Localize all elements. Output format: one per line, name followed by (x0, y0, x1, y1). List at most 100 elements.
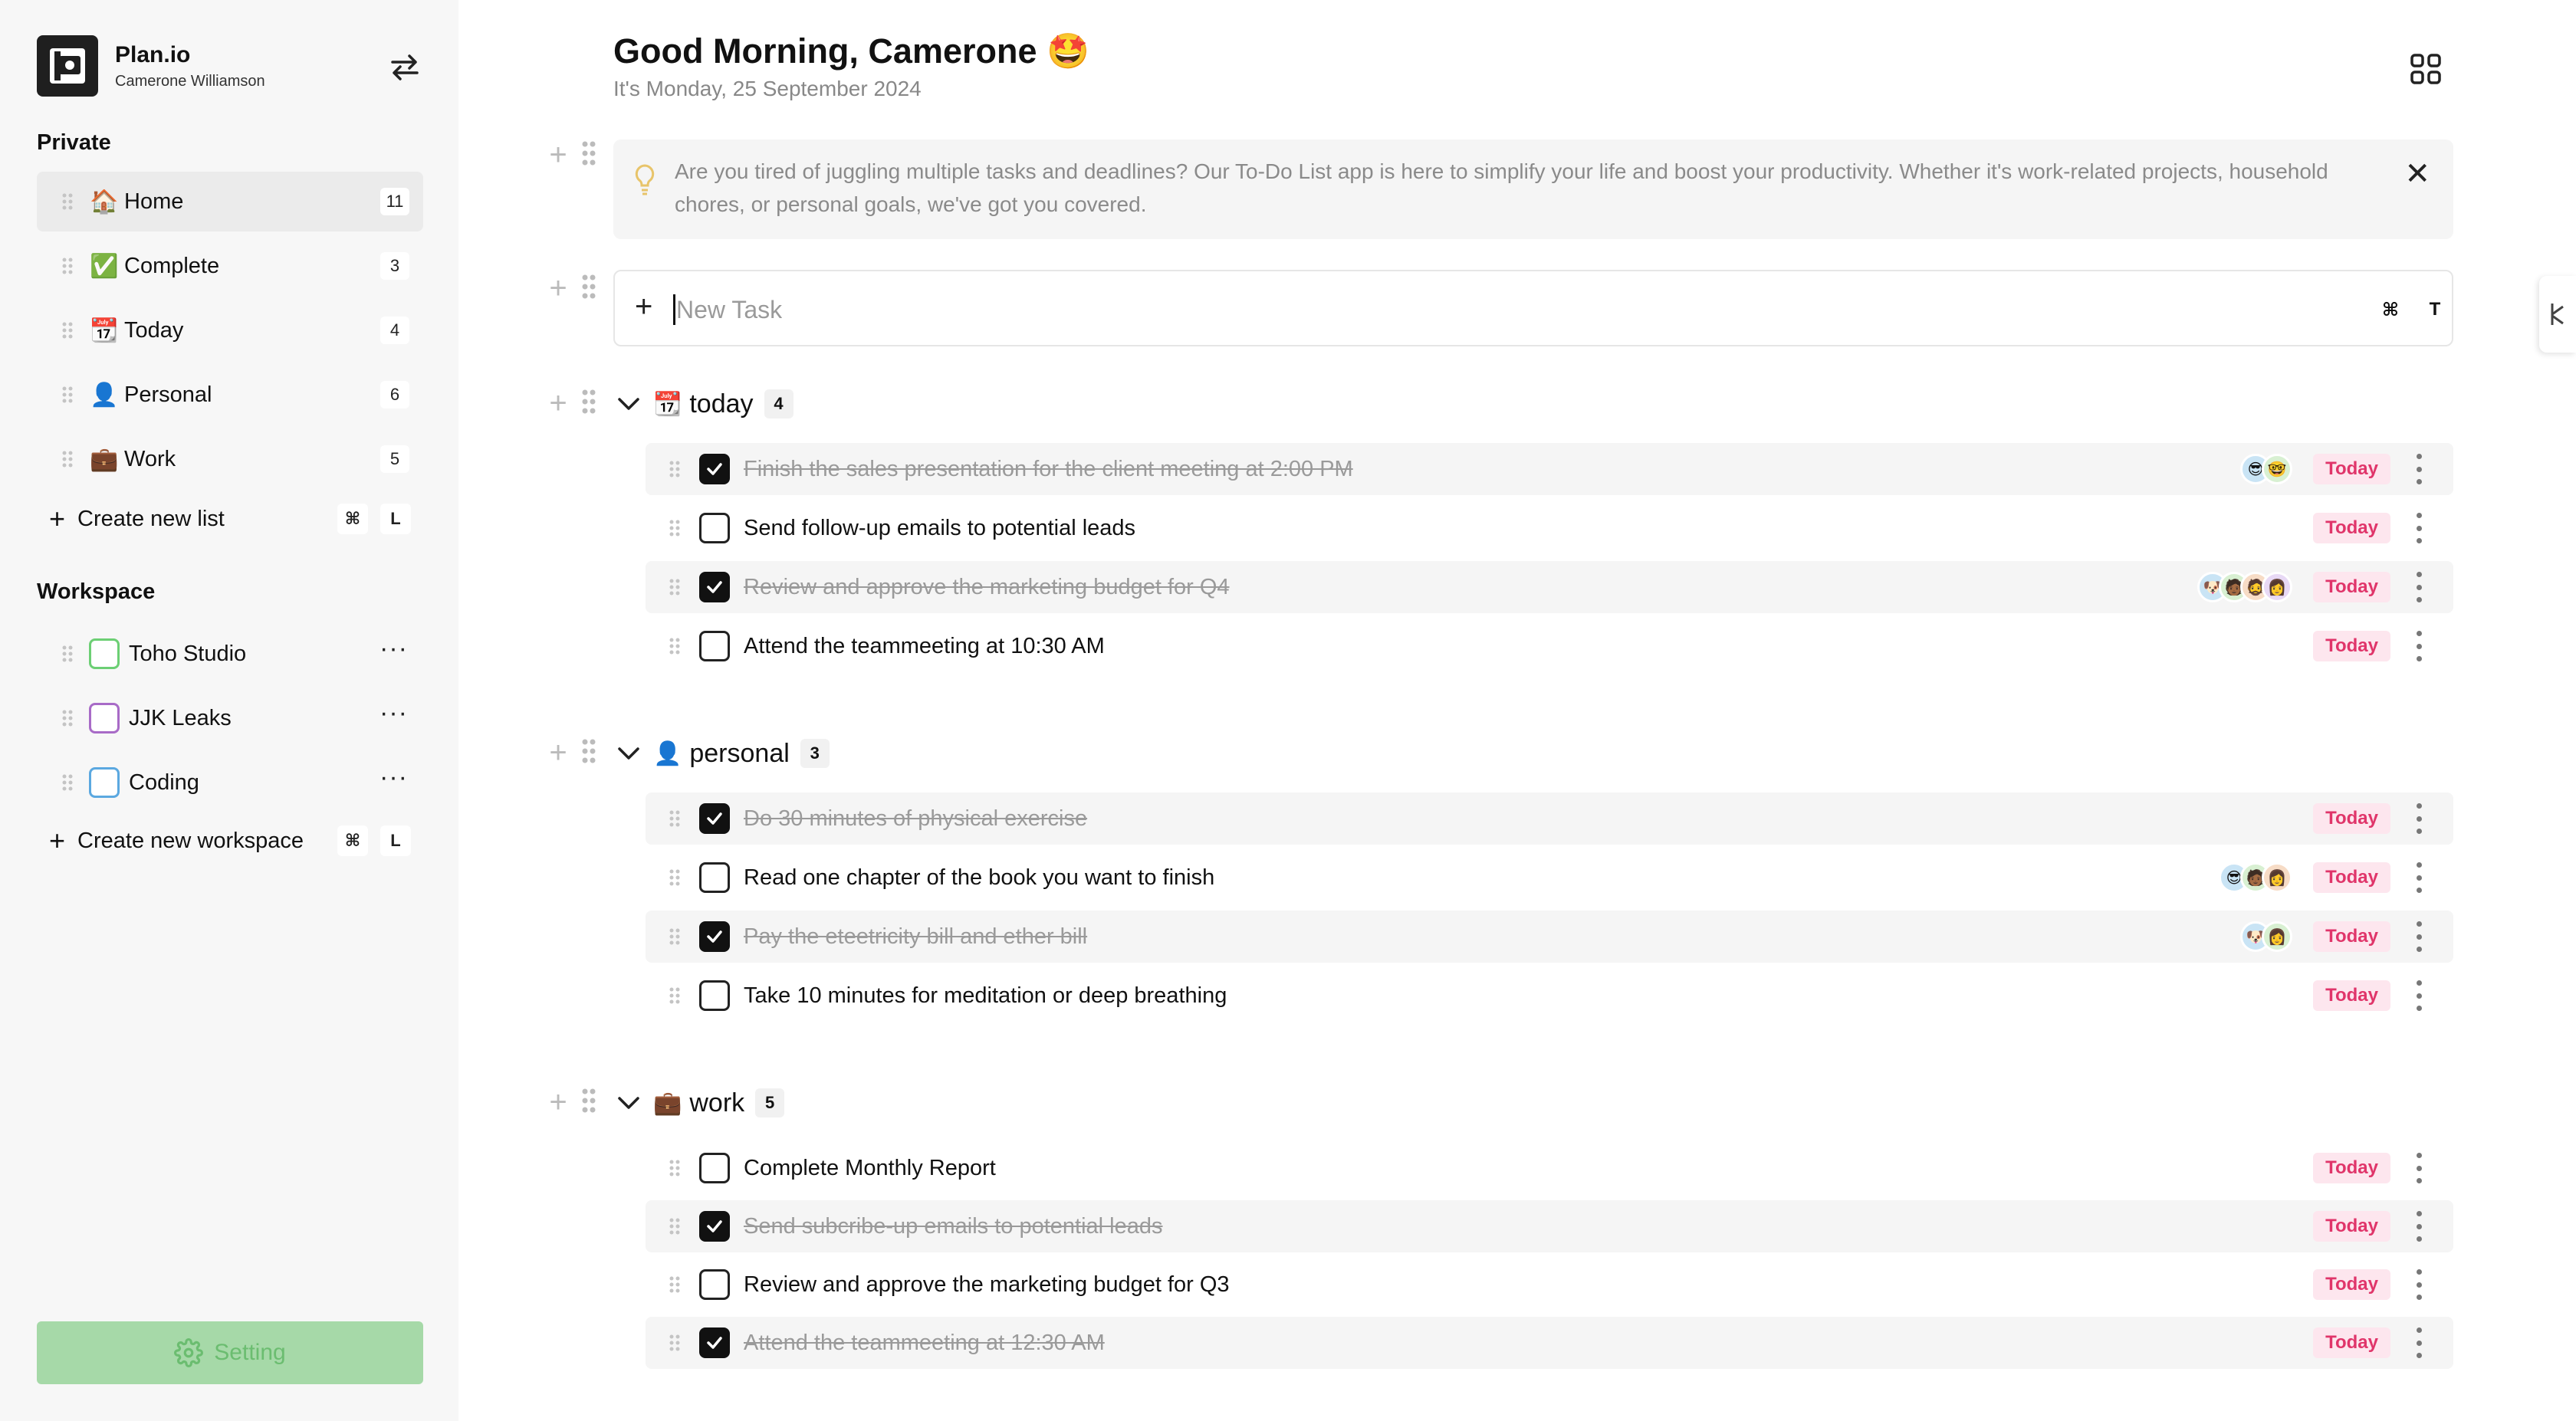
task-row[interactable]: Review and approve the marketing budget … (646, 561, 2453, 613)
sidebar-item-work[interactable]: 💼 Work 5 (37, 429, 423, 489)
task-row[interactable]: Review and approve the marketing budget … (646, 1259, 2453, 1311)
add-block-icon[interactable]: + (544, 388, 572, 418)
due-badge[interactable]: Today (2313, 454, 2390, 484)
drag-handle-icon[interactable] (669, 1160, 681, 1177)
task-checkbox[interactable] (699, 631, 730, 661)
drag-handle-icon[interactable] (581, 274, 596, 304)
more-vertical-icon[interactable] (2415, 862, 2423, 893)
more-icon[interactable]: ··· (380, 635, 408, 661)
drag-handle-icon[interactable] (60, 258, 75, 274)
more-vertical-icon[interactable] (2415, 454, 2423, 484)
switch-account-icon[interactable] (383, 46, 426, 89)
task-row[interactable]: Send follow-up emails to potential leads… (646, 502, 2453, 554)
task-checkbox[interactable] (699, 1269, 730, 1300)
task-checkbox[interactable] (699, 454, 730, 484)
drag-handle-icon[interactable] (60, 193, 75, 210)
task-checkbox[interactable] (699, 862, 730, 893)
drag-handle-icon[interactable] (669, 461, 681, 477)
drag-handle-icon[interactable] (669, 1218, 681, 1235)
drag-handle-icon[interactable] (669, 520, 681, 537)
task-checkbox[interactable] (699, 980, 730, 1011)
drag-handle-icon[interactable] (669, 869, 681, 886)
task-row[interactable]: Complete Monthly Report Today (646, 1142, 2453, 1194)
drag-handle-icon[interactable] (669, 810, 681, 827)
task-checkbox[interactable] (699, 921, 730, 952)
more-vertical-icon[interactable] (2415, 921, 2423, 952)
due-badge[interactable]: Today (2313, 980, 2390, 1011)
chevron-down-icon[interactable] (613, 1095, 644, 1111)
task-row[interactable]: Attend the teammeeting at 12:30 AM Today (646, 1317, 2453, 1369)
task-row[interactable]: Do 30 minutes of physical exercise Today (646, 793, 2453, 845)
grid-view-icon[interactable] (2404, 48, 2447, 90)
drag-handle-icon[interactable] (60, 774, 75, 791)
task-checkbox[interactable] (699, 803, 730, 834)
avatar[interactable]: 👩 (2262, 572, 2292, 602)
due-badge[interactable]: Today (2313, 1211, 2390, 1242)
workspace-item[interactable]: JJK Leaks ··· (37, 688, 423, 748)
drag-handle-icon[interactable] (60, 451, 75, 468)
create-new-list-button[interactable]: + Create new list ⌘ L (49, 500, 423, 538)
group-header-work[interactable]: 💼 work 5 (613, 1084, 785, 1122)
avatar[interactable]: 🤓 (2262, 454, 2292, 484)
drag-handle-icon[interactable] (669, 1334, 681, 1351)
more-vertical-icon[interactable] (2415, 513, 2423, 543)
more-vertical-icon[interactable] (2415, 1211, 2423, 1242)
side-panel-toggle[interactable] (2539, 276, 2576, 353)
avatar[interactable]: 👩 (2262, 862, 2292, 893)
due-badge[interactable]: Today (2313, 513, 2390, 543)
more-vertical-icon[interactable] (2415, 631, 2423, 661)
drag-handle-icon[interactable] (669, 638, 681, 655)
more-vertical-icon[interactable] (2415, 980, 2423, 1011)
sidebar-item-complete[interactable]: ✅ Complete 3 (37, 236, 423, 296)
more-icon[interactable]: ··· (380, 700, 408, 726)
drag-handle-icon[interactable] (60, 645, 75, 662)
task-checkbox[interactable] (699, 572, 730, 602)
due-badge[interactable]: Today (2313, 1327, 2390, 1358)
more-vertical-icon[interactable] (2415, 1327, 2423, 1358)
drag-handle-icon[interactable] (581, 389, 596, 418)
task-row[interactable]: Finish the sales presentation for the cl… (646, 443, 2453, 495)
drag-handle-icon[interactable] (669, 1276, 681, 1293)
drag-handle-icon[interactable] (669, 928, 681, 945)
add-block-icon[interactable]: + (544, 139, 572, 170)
drag-handle-icon[interactable] (669, 987, 681, 1004)
add-block-icon[interactable]: + (544, 1087, 572, 1117)
sidebar-item-today[interactable]: 📆 Today 4 (37, 300, 423, 360)
task-checkbox[interactable] (699, 1327, 730, 1358)
due-badge[interactable]: Today (2313, 1269, 2390, 1300)
task-row[interactable]: Pay the eteetricity bill and ether bill 👩… (646, 911, 2453, 963)
due-badge[interactable]: Today (2313, 631, 2390, 661)
due-badge[interactable]: Today (2313, 921, 2390, 952)
workspace-item[interactable]: Toho Studio ··· (37, 624, 423, 684)
drag-handle-icon[interactable] (60, 710, 75, 727)
chevron-down-icon[interactable] (613, 396, 644, 412)
drag-handle-icon[interactable] (581, 140, 596, 170)
drag-handle-icon[interactable] (669, 579, 681, 596)
due-badge[interactable]: Today (2313, 862, 2390, 893)
task-row[interactable]: Attend the teammeeting at 10:30 AM Today (646, 620, 2453, 672)
drag-handle-icon[interactable] (60, 386, 75, 403)
task-checkbox[interactable] (699, 1211, 730, 1242)
avatar[interactable]: 👩 (2262, 921, 2292, 952)
sidebar-item-personal[interactable]: 👤 Personal 6 (37, 365, 423, 425)
more-vertical-icon[interactable] (2415, 1269, 2423, 1300)
due-badge[interactable]: Today (2313, 1153, 2390, 1183)
more-vertical-icon[interactable] (2415, 1153, 2423, 1183)
close-icon[interactable]: ✕ (2404, 156, 2430, 192)
new-task-bar[interactable]: + ⌘ T (613, 270, 2453, 346)
task-row[interactable]: Take 10 minutes for meditation or deep b… (646, 970, 2453, 1022)
new-task-input[interactable] (676, 291, 2210, 328)
more-vertical-icon[interactable] (2415, 572, 2423, 602)
task-checkbox[interactable] (699, 513, 730, 543)
due-badge[interactable]: Today (2313, 572, 2390, 602)
sidebar-item-home[interactable]: 🏠 Home 11 (37, 172, 423, 231)
add-block-icon[interactable]: + (544, 737, 572, 768)
drag-handle-icon[interactable] (581, 738, 596, 768)
task-checkbox[interactable] (699, 1153, 730, 1183)
group-header-today[interactable]: 📆 today 4 (613, 385, 794, 423)
chevron-down-icon[interactable] (613, 746, 644, 761)
brand[interactable]: Plan.io Camerone Williamson (37, 35, 265, 97)
due-badge[interactable]: Today (2313, 803, 2390, 834)
create-new-workspace-button[interactable]: + Create new workspace ⌘ L (49, 822, 423, 860)
more-icon[interactable]: ··· (380, 764, 408, 790)
